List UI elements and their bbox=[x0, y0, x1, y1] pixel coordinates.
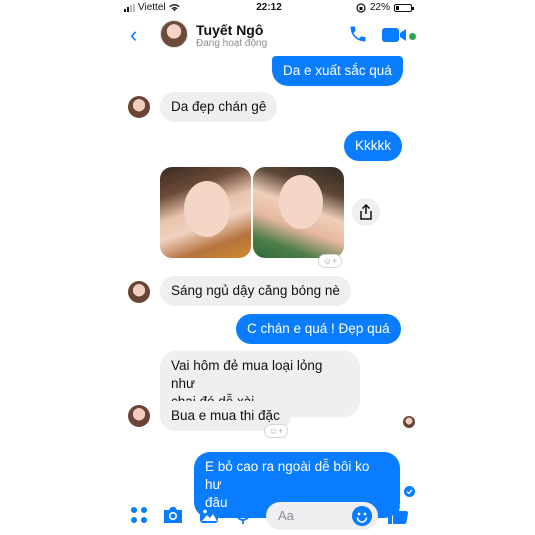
message-bubble-incoming[interactable]: Sáng ngủ dậy căng bóng nè bbox=[160, 276, 351, 306]
contact-avatar[interactable] bbox=[160, 20, 188, 48]
sender-avatar[interactable] bbox=[128, 96, 150, 118]
add-reaction-icon[interactable]: ☺+ bbox=[264, 424, 288, 438]
contact-status: Đang hoạt động bbox=[196, 38, 268, 49]
video-camera-icon[interactable] bbox=[382, 26, 408, 44]
online-indicator bbox=[409, 33, 416, 40]
thumbs-up-icon[interactable] bbox=[386, 502, 410, 526]
battery-percent: 22% bbox=[369, 2, 390, 13]
message-bubble-incoming[interactable]: Da đẹp chán gê bbox=[160, 92, 278, 122]
message-input-placeholder: Aa bbox=[278, 508, 294, 523]
sender-avatar[interactable] bbox=[128, 281, 150, 303]
shared-photo[interactable] bbox=[253, 167, 344, 258]
message-bubble-outgoing[interactable]: C chán e quá ! Đẹp quá bbox=[236, 314, 401, 344]
back-chevron-icon[interactable]: ‹ bbox=[130, 22, 137, 48]
microphone-icon[interactable] bbox=[232, 504, 254, 526]
messenger-screen: Viettel 22:12 22% ‹ Tuyết Ngô Đang hoạt … bbox=[120, 0, 418, 535]
phone-icon[interactable] bbox=[348, 24, 368, 44]
share-button[interactable] bbox=[352, 198, 380, 226]
status-bar: Viettel 22:12 22% bbox=[120, 0, 418, 16]
share-icon bbox=[360, 204, 372, 220]
status-right: 22% bbox=[356, 2, 414, 13]
sent-check-icon bbox=[404, 486, 415, 497]
emoji-icon[interactable] bbox=[352, 506, 372, 526]
message-input[interactable]: Aa bbox=[266, 502, 378, 530]
shared-photo[interactable] bbox=[160, 167, 251, 258]
message-bubble-outgoing[interactable]: Da e xuất sắc quá bbox=[272, 56, 403, 86]
rotation-lock-icon bbox=[356, 2, 366, 13]
gallery-icon[interactable] bbox=[198, 504, 220, 526]
conversation-header: ‹ Tuyết Ngô Đang hoạt động bbox=[120, 16, 418, 56]
seen-indicator-avatar bbox=[403, 416, 415, 428]
message-composer: Aa bbox=[120, 498, 418, 532]
add-reaction-icon[interactable]: ☺+ bbox=[318, 254, 342, 268]
apps-icon[interactable] bbox=[128, 504, 150, 526]
battery-icon bbox=[394, 3, 414, 12]
message-bubble-outgoing[interactable]: Kkkkk bbox=[344, 131, 403, 161]
message-line: E bỏ cao ra ngoài dễ bôi ko hư bbox=[205, 459, 370, 492]
sender-avatar[interactable] bbox=[128, 405, 150, 427]
message-line: Vai hôm đẻ mua loại lỏng như bbox=[171, 358, 323, 391]
camera-icon[interactable] bbox=[162, 504, 184, 526]
contact-name[interactable]: Tuyết Ngô bbox=[196, 22, 263, 38]
